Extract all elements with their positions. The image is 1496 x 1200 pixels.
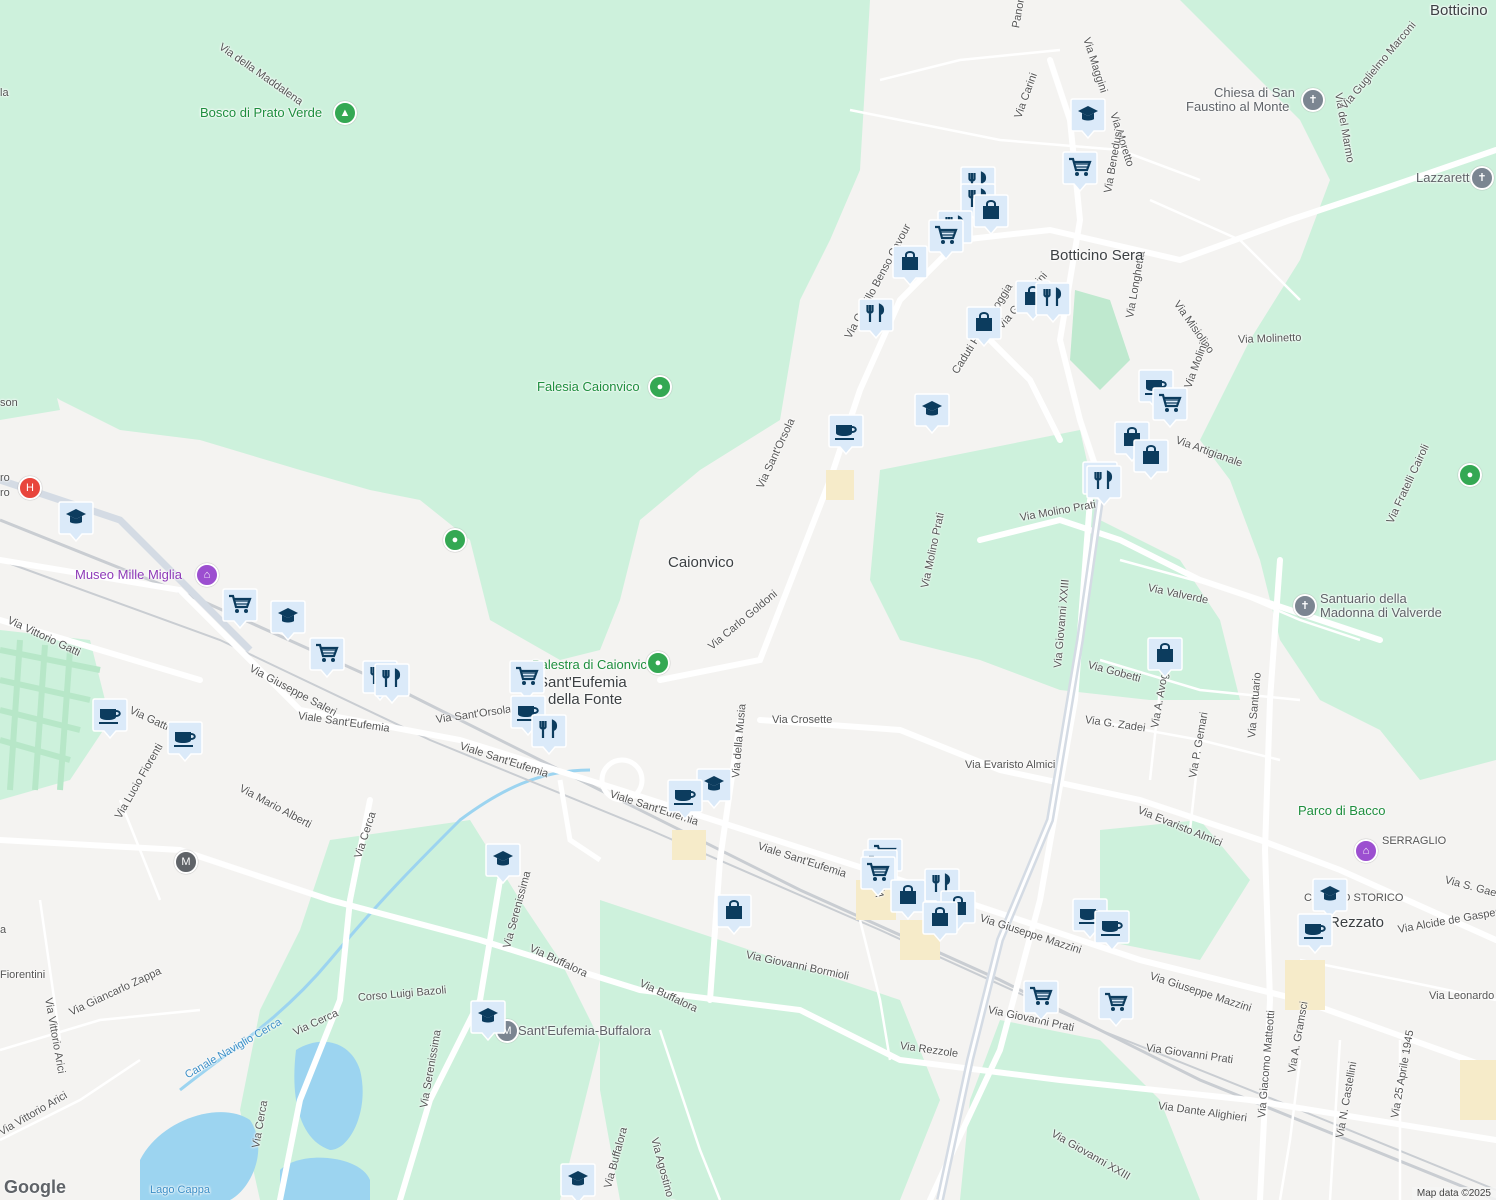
church-icon[interactable]: ✝ xyxy=(1470,166,1494,190)
poi-marker[interactable] xyxy=(1152,386,1188,430)
place-label: Botticino Sera xyxy=(1050,247,1144,264)
poi-label: Madonna di Valverde xyxy=(1320,605,1442,620)
road-label: Via Crosette xyxy=(772,714,833,726)
place-label: Caionvico xyxy=(668,554,734,571)
poi-label: Santuario della xyxy=(1320,591,1407,606)
poi-label: Lazzaretto xyxy=(1416,170,1477,185)
poi-marker[interactable] xyxy=(560,1162,596,1200)
place-label: della Fonte xyxy=(548,691,623,708)
poi-marker[interactable] xyxy=(1035,281,1071,325)
poi-marker[interactable] xyxy=(222,587,258,631)
poi-marker[interactable] xyxy=(1098,985,1134,1029)
poi-marker[interactable] xyxy=(1094,909,1130,953)
park-icon[interactable]: ● xyxy=(1458,463,1482,487)
poi-marker[interactable] xyxy=(309,636,345,680)
partial-label: Fiorentini xyxy=(0,969,46,981)
poi-marker[interactable] xyxy=(470,999,506,1043)
poi-marker[interactable] xyxy=(58,500,94,544)
poi-marker[interactable] xyxy=(928,218,964,262)
poi-marker[interactable] xyxy=(374,662,410,706)
poi-label: Palestra di Caionvico xyxy=(532,657,655,672)
poi-marker[interactable] xyxy=(1086,464,1122,508)
poi-label: Museo Mille Miglia xyxy=(75,567,182,582)
park-icon[interactable]: ● xyxy=(648,375,672,399)
google-logo: Google xyxy=(4,1177,66,1197)
poi-marker[interactable] xyxy=(92,697,128,741)
partial-label: la xyxy=(0,87,9,99)
place-label: Botticino xyxy=(1430,2,1488,19)
place-label: SERRAGLIO xyxy=(1382,835,1447,847)
church-icon[interactable]: ✝ xyxy=(1293,594,1317,618)
partial-label: son xyxy=(0,397,18,409)
poi-marker[interactable] xyxy=(828,413,864,457)
poi-label: Faustino al Monte xyxy=(1186,99,1290,114)
metro-icon[interactable]: M xyxy=(174,850,198,874)
poi-marker[interactable] xyxy=(922,900,958,944)
tree-icon[interactable]: ▲ xyxy=(333,101,357,125)
poi-marker[interactable] xyxy=(966,305,1002,349)
poi-marker[interactable] xyxy=(1147,636,1183,680)
museum-icon[interactable]: ⌂ xyxy=(195,563,219,587)
poi-marker[interactable] xyxy=(890,878,926,922)
poi-marker[interactable] xyxy=(531,713,567,757)
poi-marker[interactable] xyxy=(1023,979,1059,1023)
poi-label: Sant'Eufemia-Buffalora xyxy=(518,1023,652,1038)
hospital-icon[interactable]: H xyxy=(18,476,42,500)
poi-marker[interactable] xyxy=(667,778,703,822)
poi-label: Chiesa di San xyxy=(1214,85,1295,100)
poi-marker[interactable] xyxy=(973,193,1009,237)
poi-marker[interactable] xyxy=(1133,438,1169,482)
road-label: Via Molinetto xyxy=(1237,331,1302,346)
map-attribution[interactable]: Map data ©2025 xyxy=(1411,1187,1496,1200)
poi-marker[interactable] xyxy=(1297,912,1333,956)
poi-marker[interactable] xyxy=(892,244,928,288)
poi-marker[interactable] xyxy=(716,893,752,937)
poi-marker[interactable] xyxy=(1062,150,1098,194)
poi-label: Falesia Caionvico xyxy=(537,379,640,394)
poi-marker[interactable] xyxy=(858,297,894,341)
poi-marker[interactable] xyxy=(914,392,950,436)
map-canvas[interactable]: Via della Maddalena Via Carini Via Maggini… xyxy=(0,0,1496,1200)
poi-label: Lago Cappa xyxy=(150,1184,210,1196)
partial-label: ro xyxy=(0,472,10,484)
poi-marker[interactable] xyxy=(270,599,306,643)
partial-label: ro xyxy=(0,487,10,499)
poi-marker[interactable] xyxy=(1070,97,1106,141)
road-label: Via Evaristo Almici xyxy=(965,759,1056,771)
museum-icon[interactable]: ⌂ xyxy=(1354,839,1378,863)
place-label: Sant'Eufemia xyxy=(538,674,627,691)
park-icon[interactable]: ● xyxy=(646,651,670,675)
road-label: Via Leonardo xyxy=(1429,990,1495,1002)
partial-label: a xyxy=(0,924,7,936)
poi-label: Bosco di Prato Verde xyxy=(200,105,323,120)
poi-label: Parco di Bacco xyxy=(1298,803,1386,818)
church-icon[interactable]: ✝ xyxy=(1301,88,1325,112)
poi-marker[interactable] xyxy=(485,842,521,886)
park-icon[interactable]: ● xyxy=(443,528,467,552)
poi-marker[interactable] xyxy=(167,720,203,764)
